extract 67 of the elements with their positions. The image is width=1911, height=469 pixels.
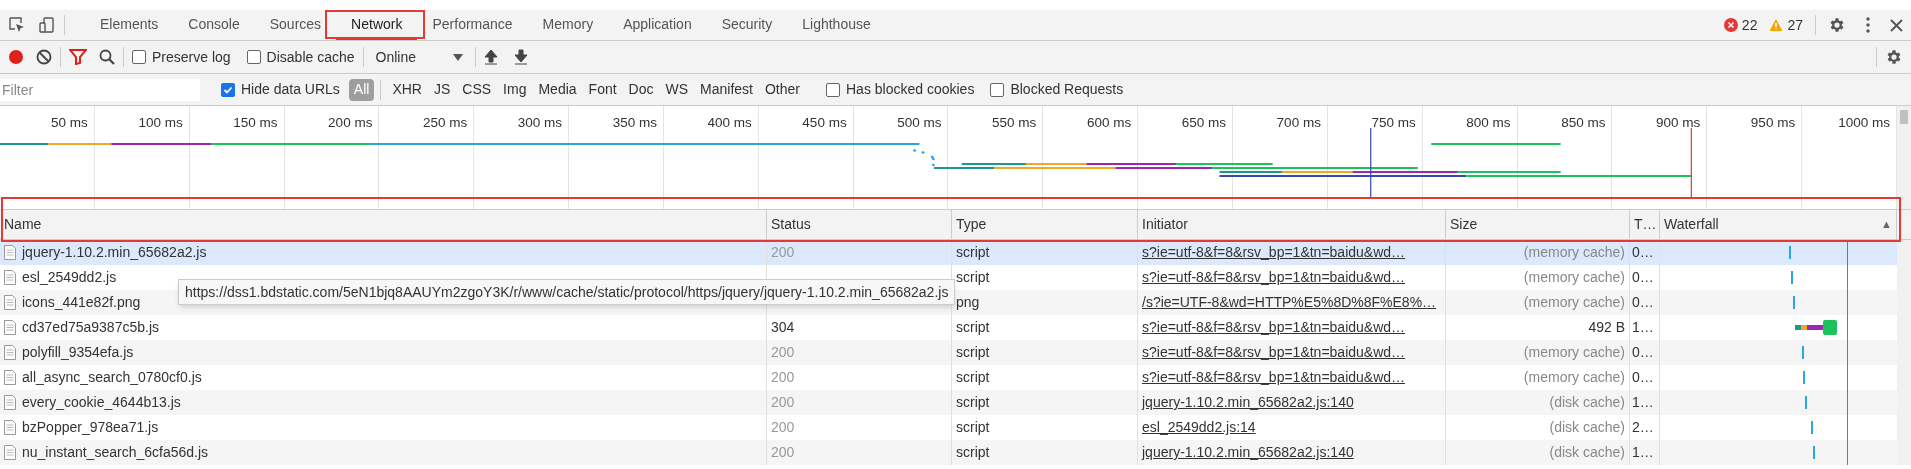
timeline-tick-label: 550 ms (992, 115, 1037, 130)
request-name: icons_441e82f.png (22, 293, 141, 312)
resource-type: png (956, 293, 980, 312)
time-value: 1… (1632, 318, 1654, 337)
size-value: 492 B (1588, 318, 1625, 337)
timeline-tick-label: 50 ms (51, 115, 88, 130)
resource-type: script (956, 368, 990, 387)
status-code: 304 (771, 318, 795, 337)
timeline-tick-label: 250 ms (422, 115, 468, 130)
timeline-tick-label: 500 ms (897, 115, 942, 130)
sort-indicator: ▲ (1881, 217, 1892, 233)
request-name: all_async_search_0780cf0.js (22, 368, 202, 387)
time-value: 0… (1632, 293, 1654, 312)
timeline-tick-label: 200 ms (328, 115, 373, 130)
timeline-tick-label: 350 ms (612, 115, 657, 130)
size-value: (memory cache) (1523, 243, 1625, 262)
request-name: bzPopper_978ea71.js (22, 418, 159, 437)
resource-type: script (956, 418, 990, 437)
timeline-tick-label: 300 ms (517, 115, 563, 130)
timeline-tick-label: 600 ms (1086, 115, 1132, 130)
size-value: (memory cache) (1523, 268, 1625, 287)
request-name: esl_2549dd2.js (22, 268, 117, 287)
size-value: (disk cache) (1549, 393, 1625, 412)
resource-type: script (956, 343, 990, 362)
resource-type: script (956, 393, 990, 412)
status-code: 200 (771, 418, 795, 437)
timeline-tick-label: 100 ms (138, 115, 183, 130)
size-value: (memory cache) (1523, 343, 1625, 362)
url-tooltip: https://dss1.bdstatic.com/5eN1bjq8AAUYm2zgoY3K/r/www/cache/static/protocol/https/jquery/jquery-1.10.2.min_65682a2.js (178, 279, 956, 305)
status-code: 200 (771, 443, 795, 462)
timeline-tick-label: 650 ms (1181, 115, 1227, 130)
timeline-tick-label: 150 ms (233, 115, 278, 130)
timeline-tick-label: 450 ms (802, 115, 847, 130)
timeline-tick-label: 800 ms (1466, 115, 1511, 130)
timeline-tick-label: 950 ms (1750, 115, 1796, 130)
status-code: 200 (771, 368, 795, 387)
status-code: 200 (771, 393, 795, 412)
request-name: polyfill_9354efa.js (22, 343, 134, 362)
time-value: 0… (1632, 268, 1654, 287)
resource-type: script (956, 243, 990, 262)
request-name: cd37ed75a9387c5b.js (22, 318, 159, 337)
timeline-tick-label: 900 ms (1656, 115, 1701, 130)
timeline-tick-label: 750 ms (1371, 115, 1416, 130)
warning-count: 27 (1787, 15, 1803, 35)
status-code: 200 (771, 343, 795, 362)
time-value: 1… (1632, 443, 1654, 462)
time-value: 0… (1632, 243, 1654, 262)
resource-type: script (956, 443, 990, 462)
timeline-tick-label: 400 ms (707, 115, 752, 130)
timeline-tick-label: 850 ms (1561, 115, 1606, 130)
resource-type: script (956, 318, 990, 337)
size-value: (memory cache) (1523, 368, 1625, 387)
size-value: (disk cache) (1549, 418, 1625, 437)
time-value: 1… (1632, 393, 1654, 412)
time-value: 0… (1632, 343, 1654, 362)
resource-type: script (956, 268, 990, 287)
request-name: nu_instant_search_6cfa56d.js (22, 443, 209, 462)
time-value: 2… (1632, 418, 1654, 437)
timeline-tick-label: 1000 ms (1838, 115, 1890, 130)
error-count: 22 (1741, 15, 1758, 35)
time-value: 0… (1632, 368, 1654, 387)
size-value: (memory cache) (1523, 293, 1625, 312)
request-name: every_cookie_4644b13.js (22, 393, 181, 412)
size-value: (disk cache) (1549, 443, 1625, 462)
status-code: 200 (771, 243, 795, 262)
timeline-tick-label: 700 ms (1276, 115, 1321, 130)
request-name: jquery-1.10.2.min_65682a2.js (22, 243, 207, 262)
